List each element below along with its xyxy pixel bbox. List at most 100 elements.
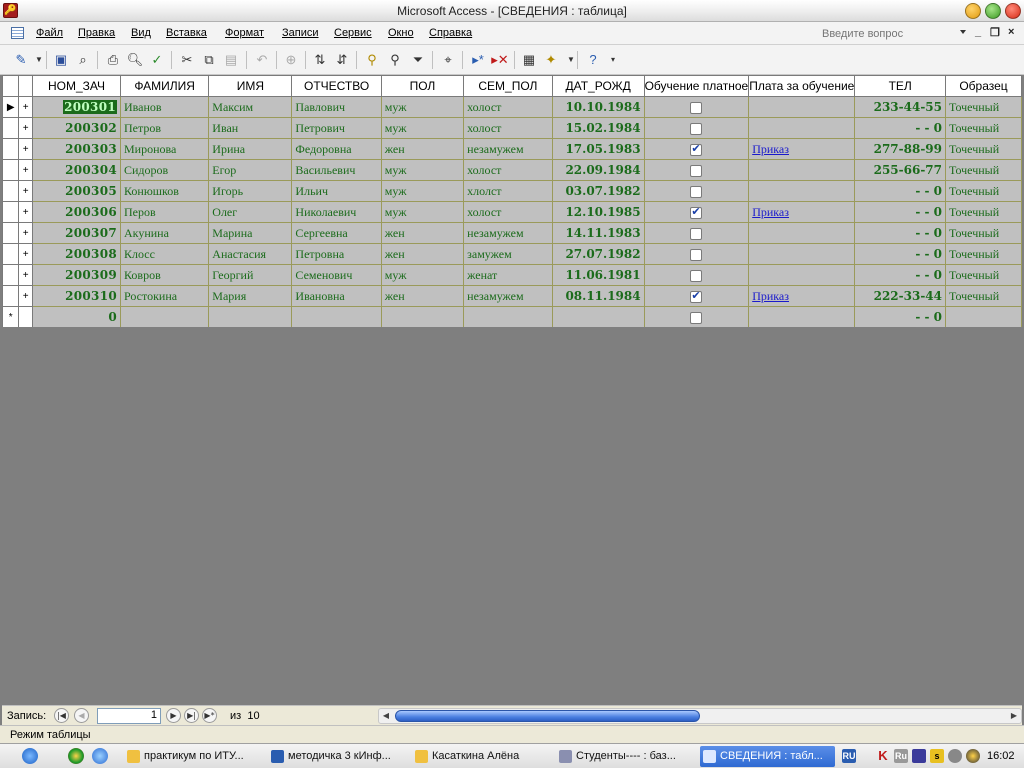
cell-otchestvo[interactable]: Семенович (291, 264, 382, 286)
cell-familiya[interactable]: Ковров (119, 264, 210, 286)
cell-pol[interactable]: муж (380, 180, 465, 202)
close-button[interactable] (1005, 3, 1021, 19)
cell-obuchenie[interactable] (643, 138, 750, 160)
cell-imya[interactable]: Егор (208, 159, 293, 181)
cell-otchestvo[interactable]: Ильич (291, 180, 382, 202)
cell-imya[interactable]: Ирина (208, 138, 293, 160)
network-icon[interactable] (912, 749, 926, 763)
cell-tel[interactable]: - - 0 (854, 117, 947, 139)
cell-sem-pol[interactable]: замужем (463, 243, 553, 265)
row-selector[interactable] (2, 117, 20, 139)
paid-checkbox[interactable] (690, 122, 703, 135)
cell-nom-zach[interactable]: 200304 (31, 159, 122, 181)
column-header-pol[interactable]: ПОЛ (380, 75, 465, 97)
cell-pol[interactable]: жен (380, 285, 465, 307)
spelling-icon[interactable]: ✓ (148, 51, 166, 69)
expand-subdatasheet-icon[interactable]: + (18, 222, 33, 244)
taskbar-item-metodichka[interactable]: методичка 3 кИнф... (268, 746, 408, 767)
cell-familiya[interactable]: Иванов (119, 96, 210, 118)
cell-plata[interactable] (748, 264, 856, 286)
cell-obuchenie[interactable] (643, 180, 750, 202)
expand-subdatasheet-icon[interactable]: + (18, 138, 33, 160)
tray-app-icon[interactable]: s (930, 749, 944, 763)
cell-dat-rozhd[interactable]: 10.10.1984 (551, 96, 645, 118)
cell-sem-pol[interactable]: холост (463, 201, 553, 223)
search-file-icon[interactable]: ⌕ (74, 51, 92, 69)
cell-tel[interactable]: 277-88-99 (854, 138, 947, 160)
cell-plata[interactable] (748, 243, 856, 265)
cell-otchestvo[interactable]: Сергеевна (291, 222, 382, 244)
cell-obrazec[interactable]: Точечный (945, 138, 1022, 160)
next-record-button[interactable]: ▶ (166, 708, 181, 723)
cell-tel[interactable]: 222-33-44 (854, 285, 947, 307)
row-selector[interactable] (2, 243, 20, 265)
database-window-icon[interactable]: ▦ (520, 51, 538, 69)
paid-checkbox[interactable] (690, 248, 703, 261)
cell-plata[interactable] (748, 96, 856, 118)
taskbar-item-svedeniya[interactable]: СВЕДЕНИЯ : табл... (700, 746, 835, 767)
print-icon[interactable]: ⎙ (104, 51, 122, 69)
menu-tools[interactable]: Сервис (334, 27, 372, 39)
delete-record-icon[interactable]: ▸✕ (491, 51, 509, 69)
previous-record-button[interactable]: ◀ (74, 708, 89, 723)
expand-subdatasheet-icon[interactable]: + (18, 117, 33, 139)
cell-pol[interactable]: муж (380, 159, 465, 181)
cell-obuchenie[interactable] (643, 201, 750, 223)
row-selector[interactable] (2, 201, 20, 223)
cell-sem-pol[interactable]: холост (463, 117, 553, 139)
cell-nom-zach[interactable]: 200302 (31, 117, 122, 139)
sort-ascending-icon[interactable]: ⇅ (311, 51, 329, 69)
paste-icon[interactable]: ▤ (222, 51, 240, 69)
empty-cell[interactable] (119, 306, 210, 327)
last-record-button[interactable]: ▶| (184, 708, 199, 723)
cell-dat-rozhd[interactable]: 15.02.1984 (551, 117, 645, 139)
cell-familiya[interactable]: Петров (119, 117, 210, 139)
first-record-button[interactable]: |◀ (54, 708, 69, 723)
cell-sem-pol[interactable]: холост (463, 96, 553, 118)
cell-otchestvo[interactable]: Васильевич (291, 159, 382, 181)
expand-subdatasheet-icon[interactable]: + (18, 285, 33, 307)
cell-imya[interactable]: Максим (208, 96, 293, 118)
maximize-button[interactable] (985, 3, 1001, 19)
cell-tel[interactable]: - - 0 (854, 243, 947, 265)
apple-start-icon[interactable] (22, 748, 38, 764)
mdi-restore-button[interactable]: ❐ (990, 26, 1000, 39)
column-header-familiya[interactable]: ФАМИЛИЯ (119, 75, 210, 97)
table-row[interactable]: +200304 Сидоров Егор Васильевич муж холост 22.… (2, 159, 1022, 181)
sort-descending-icon[interactable]: ⇵ (333, 51, 351, 69)
cell-nom-zach[interactable]: 200309 (31, 264, 122, 286)
table-window-icon[interactable] (11, 27, 24, 39)
keyboard-layout-icon[interactable]: Ru (894, 749, 908, 763)
cell-tel[interactable]: - - 0 (854, 264, 947, 286)
cell-imya[interactable]: Георгий (208, 264, 293, 286)
menu-file[interactable]: Файл (36, 27, 63, 39)
scroll-left-icon[interactable]: ◀ (379, 709, 393, 723)
antivirus-icon[interactable]: K (876, 749, 890, 763)
menu-insert[interactable]: Вставка (166, 27, 207, 39)
find-icon[interactable]: ⌖ (439, 51, 457, 69)
cell-obrazec[interactable]: Точечный (945, 201, 1022, 223)
cell-dat-rozhd[interactable]: 12.10.1985 (551, 201, 645, 223)
cell-plata[interactable]: Приказ (748, 201, 856, 223)
cell-otchestvo[interactable]: Петрович (291, 117, 382, 139)
help-icon[interactable]: ? (584, 51, 602, 69)
cell-sem-pol[interactable]: незамужем (463, 222, 553, 244)
cell-obrazec[interactable]: Точечный (945, 285, 1022, 307)
new-record-row[interactable]: * 0 - - 0 (2, 306, 1022, 327)
cell-otchestvo[interactable]: Петровна (291, 243, 382, 265)
expand-subdatasheet-icon[interactable]: + (18, 201, 33, 223)
cell-familiya[interactable]: Клосс (119, 243, 210, 265)
cell-obrazec[interactable]: Точечный (945, 243, 1022, 265)
cell-pol[interactable]: муж (380, 264, 465, 286)
cell-nom-zach[interactable]: 0 (31, 306, 122, 327)
cell-nom-zach[interactable]: 200306 (31, 201, 122, 223)
cell-obuchenie[interactable] (643, 96, 750, 118)
cell-otchestvo[interactable]: Ивановна (291, 285, 382, 307)
cell-familiya[interactable]: Сидоров (119, 159, 210, 181)
new-object-icon[interactable]: ✦ (542, 51, 560, 69)
cell-plata[interactable]: Приказ (748, 138, 856, 160)
empty-cell[interactable] (551, 306, 645, 327)
mdi-minimize-button[interactable]: _ (975, 26, 981, 38)
cell-tel[interactable]: - - 0 (854, 306, 947, 327)
cell-otchestvo[interactable]: Павлович (291, 96, 382, 118)
